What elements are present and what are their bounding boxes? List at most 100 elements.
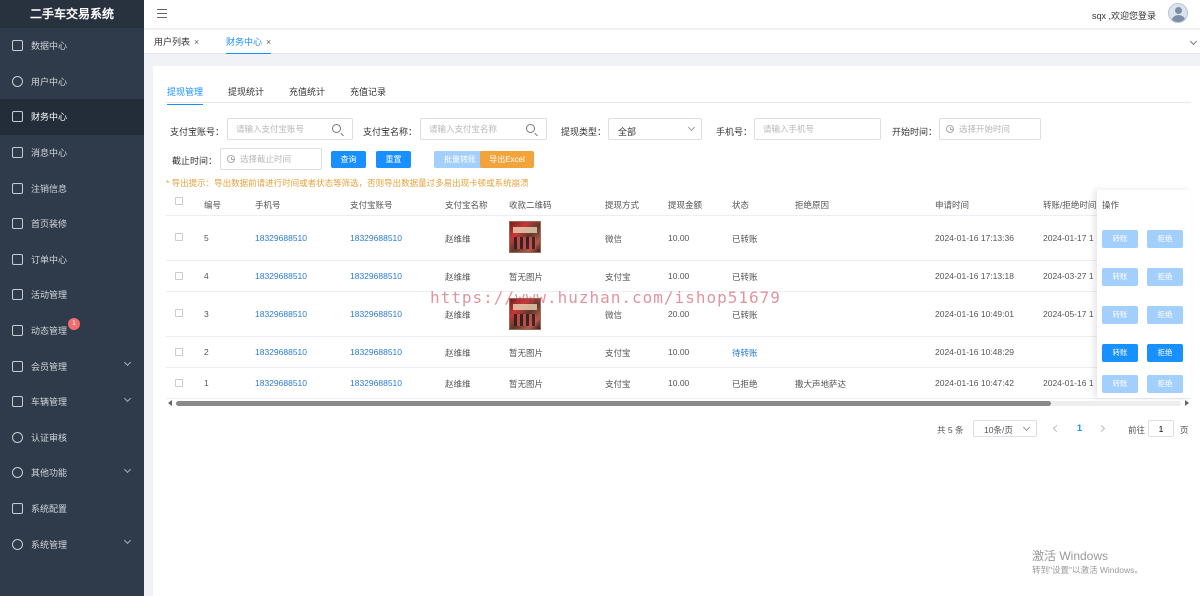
chevron-down-icon — [123, 394, 132, 402]
transfer-button[interactable]: 转账 — [1102, 375, 1138, 393]
row-checkbox[interactable] — [175, 309, 183, 317]
sidebar-item-system-admin[interactable]: 系统管理 — [0, 526, 144, 562]
transfer-button[interactable]: 转账 — [1102, 306, 1138, 324]
cell-status: 已转账 — [732, 272, 758, 282]
cell-name: 赵维维 — [445, 310, 471, 320]
select-all-checkbox[interactable] — [175, 197, 183, 205]
sidebar-item-message-center[interactable]: 消息中心 — [0, 135, 144, 171]
phone-input[interactable] — [754, 118, 881, 140]
sidebar-item-dynamics[interactable]: 动态管理 1 — [0, 313, 144, 349]
row-checkbox[interactable] — [175, 272, 183, 280]
avatar[interactable] — [1168, 3, 1188, 23]
cell-amount: 10.00 — [668, 347, 690, 357]
cell-account[interactable]: 18329688510 — [350, 309, 402, 319]
close-icon[interactable]: × — [266, 37, 271, 47]
reject-button[interactable]: 拒绝 — [1147, 375, 1183, 393]
batch-transfer-button[interactable]: 批量转账 — [434, 151, 486, 168]
prev-page-icon[interactable] — [1052, 424, 1061, 433]
user-welcome[interactable]: sqx ,欢迎您登录 — [1092, 9, 1156, 22]
search-icon[interactable] — [526, 124, 535, 133]
sidebar-item-label: 会员管理 — [31, 361, 68, 372]
end-time-input[interactable] — [220, 148, 322, 170]
sidebar-item-system-config[interactable]: 系统配置 — [0, 491, 144, 527]
sidebar-item-data-center[interactable]: 数据中心 — [0, 28, 144, 64]
cell-phone[interactable]: 18329688510 — [255, 233, 307, 243]
cell-method: 微信 — [605, 310, 623, 320]
document-icon — [12, 182, 23, 194]
row-checkbox[interactable] — [175, 233, 183, 241]
reject-button[interactable]: 拒绝 — [1147, 268, 1183, 286]
cell-phone[interactable]: 18329688510 — [255, 309, 307, 319]
total-count: 共 5 条 — [937, 425, 964, 435]
tab-finance-center[interactable]: 财务中心 × — [226, 30, 272, 54]
column-header: 收款二维码 — [509, 200, 552, 210]
cell-account[interactable]: 18329688510 — [350, 378, 402, 388]
export-excel-button[interactable]: 导出Excel — [480, 151, 534, 168]
reject-button[interactable]: 拒绝 — [1147, 344, 1183, 362]
chevron-down-icon[interactable] — [1189, 37, 1198, 46]
transfer-button[interactable]: 转账 — [1102, 230, 1138, 248]
tab-withdraw-stats[interactable]: 提现统计 — [228, 85, 264, 98]
close-icon[interactable]: × — [194, 37, 199, 47]
cell-done-time: 2024-01-17 1 — [1043, 233, 1094, 243]
cell-phone[interactable]: 18329688510 — [255, 378, 307, 388]
sidebar-item-order-center[interactable]: 订单中心 — [0, 242, 144, 278]
row-checkbox[interactable] — [175, 379, 183, 387]
layers-icon — [12, 396, 23, 408]
cell-account[interactable]: 18329688510 — [350, 347, 402, 357]
sidebar-item-vehicles[interactable]: 车辆管理 — [0, 384, 144, 420]
sidebar-item-certification[interactable]: 认证审核 — [0, 420, 144, 456]
cell-phone[interactable]: 18329688510 — [255, 271, 307, 281]
cell-account[interactable]: 18329688510 — [350, 233, 402, 243]
start-time-input[interactable] — [939, 118, 1041, 140]
sidebar-item-other[interactable]: 其他功能 — [0, 455, 144, 491]
reset-button[interactable]: 重置 — [376, 151, 411, 168]
horizontal-scrollbar[interactable] — [166, 399, 1191, 407]
scroll-right-icon[interactable] — [1185, 400, 1189, 406]
phone-label: 手机号： — [716, 127, 753, 137]
sidebar-item-label: 用户中心 — [31, 76, 68, 87]
column-header: 支付宝账号 — [350, 200, 393, 210]
column-header: 提现金额 — [668, 200, 703, 210]
cell-account[interactable]: 18329688510 — [350, 271, 402, 281]
cell-id: 2 — [204, 347, 209, 357]
box-icon — [12, 289, 23, 301]
scroll-left-icon[interactable] — [168, 400, 172, 406]
sidebar-item-home-decoration[interactable]: 首页装修 — [0, 206, 144, 242]
cell-apply-time: 2024-01-16 17:13:36 — [935, 233, 1014, 243]
column-header: 申请时间 — [935, 200, 970, 210]
windows-activation-title: 激活 Windows — [1032, 549, 1109, 563]
reject-button[interactable]: 拒绝 — [1147, 230, 1183, 248]
sidebar-item-cancel-info[interactable]: 注销信息 — [0, 170, 144, 206]
reject-button[interactable]: 拒绝 — [1147, 306, 1183, 324]
search-icon[interactable] — [332, 124, 341, 133]
tab-user-list[interactable]: 用户列表 × — [154, 30, 199, 54]
tab-recharge-stats[interactable]: 充值统计 — [289, 85, 325, 98]
goto-page-input[interactable] — [1148, 420, 1174, 437]
withdraw-type-select[interactable]: 全部 — [608, 118, 702, 140]
scroll-thumb[interactable] — [176, 401, 1051, 406]
transfer-button[interactable]: 转账 — [1102, 268, 1138, 286]
column-header: 提现方式 — [605, 200, 640, 210]
sidebar-item-label: 数据中心 — [31, 41, 68, 52]
sidebar-item-finance-center[interactable]: 财务中心 — [0, 99, 144, 135]
goto-label: 前往 — [1128, 425, 1146, 435]
cell-done-time: 2024-03-27 1 — [1043, 271, 1094, 281]
menu-toggle-icon[interactable] — [157, 9, 167, 18]
sidebar-item-activity[interactable]: 活动管理 — [0, 277, 144, 313]
cell-phone[interactable]: 18329688510 — [255, 347, 307, 357]
tab-recharge-records[interactable]: 充值记录 — [350, 85, 386, 98]
transfer-button[interactable]: 转账 — [1102, 344, 1138, 362]
query-button[interactable]: 查询 — [331, 151, 366, 168]
operations-column: 操作 转账 拒绝 转账 拒绝 转账 拒绝 转账 拒绝 转账 拒绝 — [1097, 190, 1191, 398]
next-page-icon[interactable] — [1097, 424, 1106, 433]
tab-withdraw-management[interactable]: 提现管理 — [167, 85, 204, 105]
qr-code-image[interactable] — [509, 221, 541, 253]
gear-icon — [12, 538, 23, 550]
current-page[interactable]: 1 — [1077, 423, 1082, 433]
sidebar-item-user-center[interactable]: 用户中心 — [0, 64, 144, 100]
page-size-select[interactable]: 10条/页 — [973, 420, 1037, 437]
row-checkbox[interactable] — [175, 348, 183, 356]
chevron-down-icon — [123, 359, 132, 367]
sidebar-item-membership[interactable]: 会员管理 — [0, 348, 144, 384]
